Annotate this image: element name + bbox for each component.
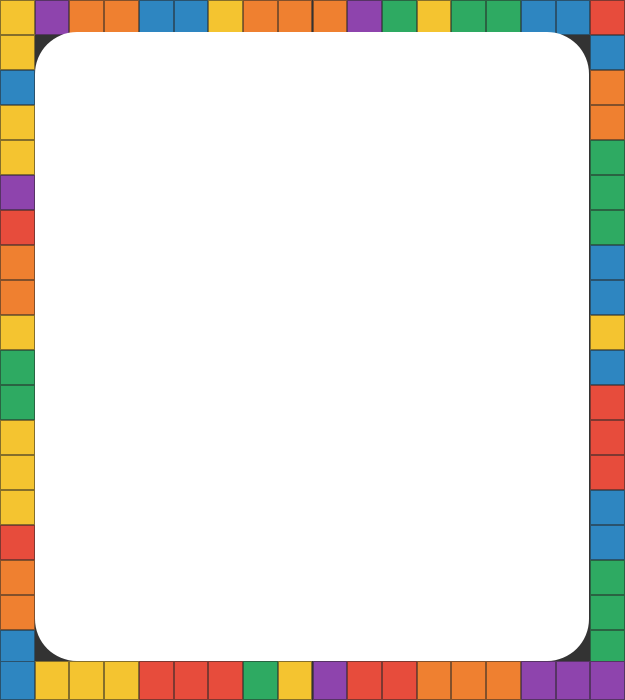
border-tile-top bbox=[34, 0, 70, 35]
border-tile-left bbox=[0, 560, 35, 595]
tiled-border-frame bbox=[0, 0, 625, 700]
border-tile-top bbox=[243, 0, 278, 35]
border-tile-bottom bbox=[347, 661, 382, 700]
border-tile-left bbox=[0, 385, 35, 420]
border-tile-left bbox=[0, 490, 35, 525]
border-tile-bottom bbox=[590, 661, 625, 700]
border-tile-top bbox=[451, 0, 487, 35]
border-tile-top bbox=[486, 0, 521, 35]
border-tile-top bbox=[0, 0, 35, 35]
border-tile-bottom bbox=[555, 661, 591, 700]
border-tile-bottom bbox=[451, 661, 487, 700]
border-tile-bottom bbox=[381, 661, 417, 700]
border-tile-left bbox=[0, 420, 35, 455]
border-tile-bottom bbox=[486, 661, 521, 700]
border-tile-right bbox=[590, 595, 625, 630]
border-tile-right bbox=[590, 350, 625, 385]
border-tile-left bbox=[0, 140, 35, 175]
border-tile-top bbox=[347, 0, 382, 35]
border-tile-right bbox=[590, 105, 625, 140]
border-tile-right bbox=[590, 70, 625, 105]
border-tile-right bbox=[590, 560, 625, 595]
border-tile-bottom bbox=[243, 661, 278, 700]
border-tile-right bbox=[590, 210, 625, 245]
border-tile-top bbox=[590, 0, 625, 35]
border-tile-left bbox=[0, 35, 35, 70]
border-tile-top bbox=[312, 0, 348, 35]
border-tile-left bbox=[0, 175, 35, 210]
border-tile-left bbox=[0, 525, 35, 560]
border-tile-bottom bbox=[416, 661, 452, 700]
border-tile-right bbox=[590, 175, 625, 210]
border-tile-top bbox=[173, 0, 209, 35]
border-tile-right bbox=[590, 385, 625, 420]
border-tile-left bbox=[0, 595, 35, 630]
border-tile-right bbox=[590, 140, 625, 175]
border-tile-right bbox=[590, 525, 625, 560]
border-tile-top bbox=[277, 0, 313, 35]
border-tile-top bbox=[416, 0, 452, 35]
border-tile-top bbox=[555, 0, 591, 35]
border-tile-right bbox=[590, 280, 625, 315]
border-tile-left bbox=[0, 315, 35, 350]
border-tile-right bbox=[590, 630, 625, 665]
border-tile-left bbox=[0, 455, 35, 490]
border-tile-bottom bbox=[173, 661, 209, 700]
border-tile-top bbox=[520, 0, 556, 35]
border-tile-bottom bbox=[69, 661, 105, 700]
border-tile-left bbox=[0, 630, 35, 665]
border-tile-bottom bbox=[34, 661, 70, 700]
border-tile-left bbox=[0, 70, 35, 105]
border-tile-right bbox=[590, 245, 625, 280]
border-tile-bottom bbox=[312, 661, 348, 700]
border-tile-right bbox=[590, 490, 625, 525]
border-tile-bottom bbox=[0, 661, 35, 700]
border-tile-bottom bbox=[104, 661, 139, 700]
border-tile-left bbox=[0, 245, 35, 280]
border-tile-left bbox=[0, 210, 35, 245]
border-tile-left bbox=[0, 350, 35, 385]
border-tile-bottom bbox=[277, 661, 313, 700]
border-tile-left bbox=[0, 105, 35, 140]
blank-content-panel bbox=[35, 32, 589, 661]
border-tile-right bbox=[590, 35, 625, 70]
border-tile-top bbox=[208, 0, 244, 35]
border-tile-top bbox=[69, 0, 105, 35]
border-tile-right bbox=[590, 455, 625, 490]
border-tile-left bbox=[0, 280, 35, 315]
border-tile-bottom bbox=[520, 661, 556, 700]
border-tile-top bbox=[381, 0, 417, 35]
border-tile-bottom bbox=[138, 661, 174, 700]
border-tile-right bbox=[590, 420, 625, 455]
border-tile-bottom bbox=[208, 661, 244, 700]
border-tile-top bbox=[138, 0, 174, 35]
border-tile-top bbox=[104, 0, 139, 35]
border-tile-right bbox=[590, 315, 625, 350]
